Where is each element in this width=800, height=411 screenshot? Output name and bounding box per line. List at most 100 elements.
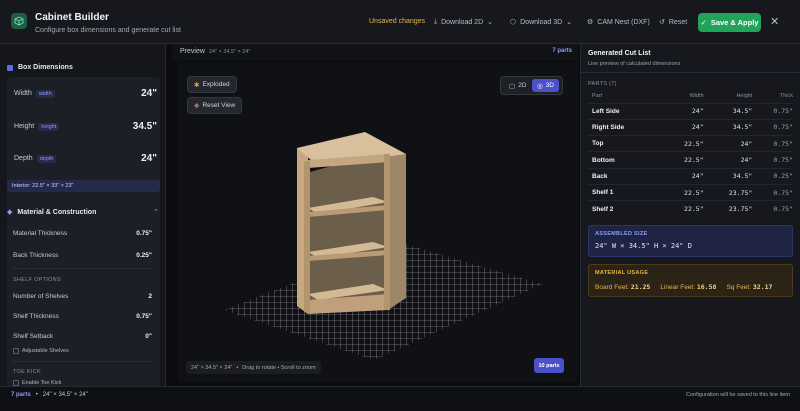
cube-icon: ◎ bbox=[537, 82, 543, 90]
box-dimensions-heading: Box Dimensions bbox=[7, 64, 73, 71]
cut-list-subtitle: Live preview of calculated dimensions bbox=[588, 61, 681, 67]
assembled-size-heading: ASSEMBLED SIZE bbox=[595, 231, 648, 237]
shelf-options-heading: SHELF OPTIONS bbox=[13, 277, 61, 283]
part-height: 34.5" bbox=[703, 102, 753, 120]
table-row: Right Side 24" 34.5" 0.75" bbox=[588, 118, 793, 136]
material-usage-values: Board Feet: 21.25 Linear Feet: 16.58 Sq … bbox=[595, 283, 772, 291]
height-label: Height bbox=[14, 123, 35, 130]
back-thickness-row[interactable]: Back Thickness 0.25" bbox=[13, 252, 152, 259]
adjustable-shelves-checkbox[interactable]: Adjustable Shelves bbox=[13, 348, 69, 354]
part-height: 23.75" bbox=[703, 200, 753, 218]
view-3d-button[interactable]: ◎ 3D bbox=[532, 79, 559, 92]
assembled-size-card: ASSEMBLED SIZE 24" W × 34.5" H × 24" D bbox=[588, 225, 793, 257]
reset-icon: ↺ bbox=[659, 19, 665, 26]
check-icon: ✓ bbox=[700, 18, 707, 27]
part-width: 22.5" bbox=[663, 135, 704, 152]
height-value[interactable]: 34.5" bbox=[133, 121, 157, 132]
board-feet: Board Feet: 21.25 bbox=[595, 283, 650, 291]
part-width: 24" bbox=[663, 102, 704, 120]
part-name: Left Side bbox=[588, 102, 663, 120]
part-thick: 0.75" bbox=[752, 118, 793, 136]
shelf-thickness-value[interactable]: 0.75" bbox=[136, 313, 152, 320]
shelf-setback-row[interactable]: Shelf Setback 0" bbox=[13, 333, 152, 340]
checkbox-icon bbox=[13, 348, 19, 354]
app-header: Cabinet Builder Configure box dimensions… bbox=[0, 0, 800, 44]
col-width: Width bbox=[689, 93, 704, 100]
part-width: 22.5" bbox=[663, 183, 704, 201]
save-apply-button[interactable]: ✓ Save & Apply bbox=[698, 13, 761, 32]
preview-dims: 24" × 34.5" × 24" bbox=[209, 49, 251, 55]
chevron-down-icon: ⌄ bbox=[566, 19, 573, 26]
height-chip: height bbox=[38, 122, 60, 131]
sq-feet-label: Sq Feet: bbox=[726, 284, 752, 291]
material-thickness-label: Material Thickness bbox=[13, 230, 68, 237]
col-thick: Thick bbox=[779, 93, 793, 100]
divider bbox=[581, 72, 800, 73]
table-row: Bottom 22.5" 24" 0.75" bbox=[588, 151, 793, 169]
adjustable-shelves-label: Adjustable Shelves bbox=[22, 348, 69, 354]
number-of-shelves-row[interactable]: Number of Shelves 2 bbox=[13, 293, 152, 300]
width-value[interactable]: 24" bbox=[141, 88, 157, 99]
depth-value[interactable]: 24" bbox=[141, 153, 157, 164]
cam-nest-label: CAM Nest (DXF) bbox=[597, 18, 650, 26]
linear-feet-label: Linear Feet: bbox=[660, 284, 696, 291]
reset-view-button[interactable]: ✥ Reset View bbox=[187, 97, 243, 114]
part-height: 34.5" bbox=[703, 167, 753, 185]
material-usage-card: MATERIAL USAGE Board Feet: 21.25 Linear … bbox=[588, 264, 793, 297]
interior-dims: Interior: 22.5" × 33" × 23" bbox=[7, 180, 160, 192]
number-of-shelves-value[interactable]: 2 bbox=[148, 293, 152, 300]
unsaved-indicator: Unsaved changes bbox=[369, 18, 426, 25]
view-2d-button[interactable]: ▢ 2D bbox=[504, 79, 531, 92]
shelf-thickness-row[interactable]: Shelf Thickness 0.75" bbox=[13, 313, 152, 320]
download-3d-button[interactable]: ⬡ Download 3D ⌄ bbox=[510, 18, 573, 27]
height-row[interactable]: Height height 34.5" bbox=[14, 121, 157, 132]
material-heading[interactable]: ◆ Material & Construction ⌃ bbox=[7, 208, 159, 217]
depth-row[interactable]: Depth depth 24" bbox=[14, 153, 157, 164]
depth-label: Depth bbox=[14, 155, 33, 162]
part-width: 24" bbox=[663, 118, 704, 136]
reset-view-icon: ✥ bbox=[194, 102, 200, 110]
back-thickness-label: Back Thickness bbox=[13, 252, 59, 259]
3d-viewport[interactable]: ✱ Exploded ✥ Reset View ▢ 2D ◎ 3D 24" × … bbox=[178, 62, 578, 382]
sq-feet-value: 32.17 bbox=[752, 283, 773, 291]
material-thickness-value[interactable]: 0.75" bbox=[136, 230, 152, 237]
table-header: Part Width Height Thick bbox=[588, 90, 793, 103]
back-thickness-value[interactable]: 0.25" bbox=[136, 252, 152, 259]
part-height: 23.75" bbox=[703, 183, 753, 201]
preview-parts-count: 7 parts bbox=[552, 48, 572, 54]
footer-dims: 24" × 34.5" × 24" bbox=[42, 392, 88, 398]
viewport-parts-badge[interactable]: 10 parts bbox=[534, 358, 564, 373]
cut-list-panel: Generated Cut List Live preview of calcu… bbox=[580, 44, 800, 386]
part-name: Back bbox=[588, 167, 663, 185]
footer-summary: 7 parts • 24" × 34.5" × 24" bbox=[11, 392, 88, 398]
reset-view-label: Reset View bbox=[202, 102, 236, 109]
width-row[interactable]: Width width 24" bbox=[14, 88, 157, 99]
square-icon: ▢ bbox=[509, 82, 516, 90]
shelf-setback-value[interactable]: 0" bbox=[145, 333, 152, 340]
download-2d-button[interactable]: ⤓ Download 2D ⌄ bbox=[434, 18, 493, 26]
download-3d-label: Download 3D bbox=[520, 18, 563, 26]
material-icon: ◆ bbox=[7, 209, 13, 216]
status-footer: 7 parts • 24" × 34.5" × 24" Configuratio… bbox=[0, 386, 800, 411]
divider bbox=[13, 361, 152, 362]
material-thickness-row[interactable]: Material Thickness 0.75" bbox=[13, 230, 152, 237]
linear-feet-value: 16.58 bbox=[696, 283, 717, 291]
cam-nest-button[interactable]: ⚙ CAM Nest (DXF) bbox=[587, 18, 650, 27]
hint-dims: 24" × 34.5" × 24" bbox=[191, 364, 233, 371]
save-apply-label: Save & Apply bbox=[710, 18, 759, 27]
part-height: 34.5" bbox=[703, 118, 753, 136]
depth-chip: depth bbox=[36, 154, 57, 163]
gear-icon: ⚙ bbox=[587, 19, 594, 26]
box-dimensions-title: Box Dimensions bbox=[18, 64, 73, 71]
cube-outline-icon: ⬡ bbox=[510, 19, 517, 26]
exploded-toggle[interactable]: ✱ Exploded bbox=[187, 76, 237, 93]
part-thick: 0.75" bbox=[752, 135, 793, 152]
cut-list-table: Part Width Height Thick Left Side 24" 34… bbox=[588, 90, 793, 218]
close-icon[interactable]: ✕ bbox=[770, 15, 779, 28]
assembled-size-value: 24" W × 34.5" H × 24" D bbox=[595, 242, 692, 250]
footer-separator: • bbox=[35, 392, 38, 398]
view-mode-toggle: ▢ 2D ◎ 3D bbox=[500, 76, 563, 95]
part-height: 24" bbox=[703, 151, 753, 169]
reset-button[interactable]: ↺ Reset bbox=[659, 18, 687, 27]
part-thick: 0.75" bbox=[752, 102, 793, 120]
